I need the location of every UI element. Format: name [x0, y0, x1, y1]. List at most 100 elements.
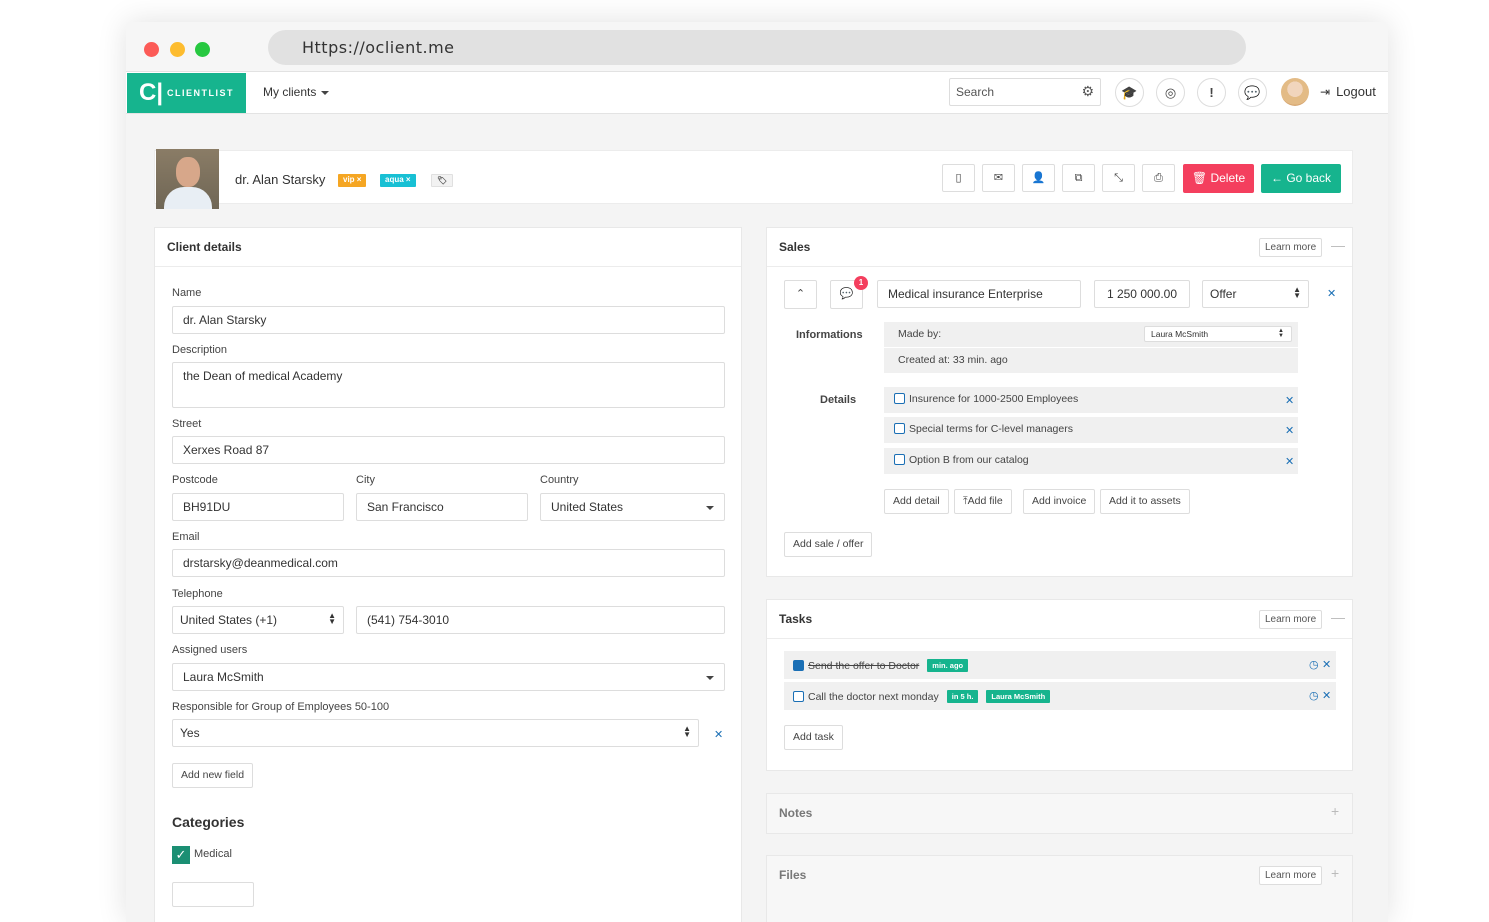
add-new-field-button[interactable]: Add new field [172, 763, 254, 788]
clientlist-logo[interactable]: C| CLIENTLIST [127, 73, 246, 113]
files-header[interactable]: Files Learn more + [767, 856, 1352, 895]
tag-vip[interactable]: vip × [338, 174, 367, 187]
task-checkbox-checked[interactable] [793, 660, 804, 671]
comment-count-badge: 1 [854, 276, 868, 290]
detail-text: Option B from our catalog [909, 454, 1029, 466]
task-checkbox[interactable] [793, 691, 804, 702]
maximize-window-button[interactable] [195, 42, 210, 57]
expand-icon[interactable]: + [1331, 803, 1339, 819]
support-button[interactable]: ◎ [1156, 78, 1185, 107]
top-navbar: C| CLIENTLIST My clients Search ⚙ 🎓 ◎ ! … [126, 72, 1388, 114]
task-clock-icon[interactable]: ◷ [1309, 689, 1319, 702]
collapse-icon[interactable]: — [1331, 609, 1345, 625]
phone-country-select[interactable]: United States (+1) ▲ ▼ [172, 606, 344, 634]
add-tag-icon[interactable]: 🏷 [431, 174, 454, 187]
tag-aqua[interactable]: aqua × [380, 174, 416, 187]
collapse-sale-button[interactable]: ⌃ [784, 280, 817, 309]
made-by-select[interactable]: Laura McSmith ▲ ▼ [1144, 326, 1292, 342]
remove-field-icon[interactable]: ✕ [714, 728, 723, 741]
files-learn-more-button[interactable]: Learn more [1259, 866, 1323, 885]
updown-icon: ▲ ▼ [683, 724, 691, 739]
detail-text: Insurence for 1000-2500 Employees [909, 393, 1079, 405]
duplicate-button[interactable]: ⧉ [1062, 164, 1095, 192]
logo-mark: C| [139, 79, 164, 106]
address-bar[interactable]: Https://oclient.me [268, 30, 1246, 65]
graduation-cap-button[interactable]: 🎓 [1115, 78, 1144, 107]
tasks-learn-more-button[interactable]: Learn more [1259, 610, 1323, 629]
sales-learn-more-button[interactable]: Learn more [1259, 238, 1323, 257]
gear-icon[interactable]: ⚙ [1081, 83, 1094, 100]
name-field[interactable]: dr. Alan Starsky [172, 306, 725, 334]
chevron-down-icon [706, 676, 714, 680]
messages-button[interactable]: 💬 [1238, 78, 1267, 107]
client-details-title: Client details [155, 228, 741, 267]
description-field[interactable]: the Dean of medical Academy [172, 362, 725, 408]
remove-sale-icon[interactable]: ✕ [1327, 287, 1336, 300]
go-back-button[interactable]: ← Go back [1261, 164, 1341, 193]
mobile-button[interactable]: ▯ [942, 164, 975, 192]
postcode-field[interactable]: BH91DU [172, 493, 344, 521]
search-placeholder: Search [956, 85, 995, 99]
sale-stage-select[interactable]: Offer ▲ ▼ [1202, 280, 1309, 308]
country-select[interactable]: United States [540, 493, 725, 521]
phone-field[interactable]: (541) 754-3010 [356, 606, 725, 634]
mobile-icon: ▯ [955, 172, 962, 184]
chat-bubble-icon: 💬 [839, 288, 854, 300]
minimize-window-button[interactable] [170, 42, 185, 57]
printer-icon: ⎙ [1154, 172, 1163, 184]
remove-task-icon[interactable]: ✕ [1322, 658, 1331, 671]
sale-stage-value: Offer [1210, 287, 1237, 301]
contact-button[interactable]: 👤 [1022, 164, 1055, 192]
user-avatar[interactable] [1281, 78, 1309, 106]
sale-amount-field[interactable]: 1 250 000.00 [1094, 280, 1190, 308]
responsible-select[interactable]: Yes ▲ ▼ [172, 719, 699, 747]
alerts-button[interactable]: ! [1197, 78, 1226, 107]
task-clock-icon[interactable]: ◷ [1309, 658, 1319, 671]
search-input[interactable]: Search ⚙ [949, 78, 1101, 106]
envelope-icon: ✉ [993, 172, 1004, 184]
city-field[interactable]: San Francisco [356, 493, 528, 521]
logout-link[interactable]: ⇥ Logout [1320, 84, 1376, 99]
chat-bubble-icon: 💬 [1244, 85, 1261, 100]
category-medical-checkbox[interactable]: ✓ [172, 846, 190, 864]
my-clients-label: My clients [263, 85, 317, 99]
add-to-assets-button[interactable]: Add it to assets [1100, 489, 1190, 514]
made-by-label: Made by: [898, 328, 942, 340]
caret-down-icon [321, 90, 330, 95]
detail-checkbox[interactable] [894, 393, 905, 404]
detail-checkbox[interactable] [894, 423, 905, 434]
merge-button[interactable]: ⤡ [1102, 164, 1135, 192]
close-window-button[interactable] [144, 42, 159, 57]
add-category-button[interactable] [172, 882, 254, 907]
task-time-badge: in 5 h. [946, 690, 979, 703]
add-file-button[interactable]: ⤒Add file [954, 489, 1012, 514]
email-button[interactable]: ✉ [982, 164, 1015, 192]
sale-name-field[interactable]: Medical insurance Enterprise [877, 280, 1081, 308]
print-button[interactable]: ⎙ [1142, 164, 1175, 192]
remove-detail-icon[interactable]: ✕ [1285, 424, 1294, 437]
created-at-row: Created at: 33 min. ago [884, 348, 1298, 373]
my-clients-menu[interactable]: My clients [263, 85, 330, 99]
detail-row: Option B from our catalog [884, 448, 1298, 474]
files-title: Files [779, 868, 807, 882]
task-time-badge: min. ago [927, 659, 969, 672]
delete-button[interactable]: 🗑 Delete [1183, 164, 1254, 193]
remove-detail-icon[interactable]: ✕ [1285, 394, 1294, 407]
add-task-button[interactable]: Add task [784, 725, 843, 750]
street-field[interactable]: Xerxes Road 87 [172, 436, 725, 464]
exclamation-icon: ! [1209, 85, 1214, 100]
collapse-icon[interactable]: — [1331, 237, 1345, 253]
add-invoice-button[interactable]: Add invoice [1023, 489, 1096, 514]
categories-title: Categories [172, 814, 245, 830]
client-header: dr. Alan Starsky vip × aqua × 🏷 ▯ ✉ 👤 ⧉ … [154, 149, 1353, 209]
tasks-header: Tasks Learn more — [767, 600, 1352, 639]
detail-checkbox[interactable] [894, 454, 905, 465]
remove-task-icon[interactable]: ✕ [1322, 689, 1331, 702]
add-detail-button[interactable]: Add detail [884, 489, 949, 514]
remove-detail-icon[interactable]: ✕ [1285, 455, 1294, 468]
expand-icon[interactable]: + [1331, 865, 1339, 881]
email-field[interactable]: drstarsky@deanmedical.com [172, 549, 725, 577]
notes-header[interactable]: Notes + [767, 794, 1352, 833]
assigned-users-select[interactable]: Laura McSmith [172, 663, 725, 691]
add-sale-button[interactable]: Add sale / offer [784, 532, 873, 557]
